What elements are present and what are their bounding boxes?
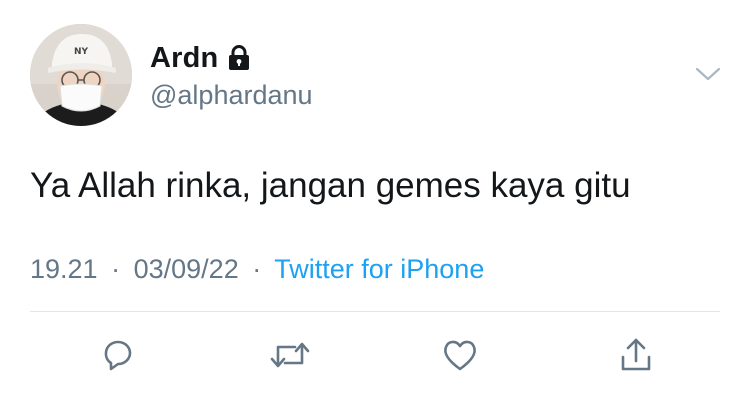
retweet-icon xyxy=(270,342,310,368)
tweet-source-link[interactable]: Twitter for iPhone xyxy=(274,254,484,284)
like-button[interactable] xyxy=(437,332,483,378)
tweet-card: NY Ardn @alphardanu Ya Allah rinka, jang… xyxy=(0,0,750,401)
share-button[interactable] xyxy=(613,332,659,378)
tweet-meta: 19.21 · 03/09/22 · Twitter for iPhone xyxy=(30,254,484,285)
name-row[interactable]: Ardn xyxy=(150,40,251,76)
tweet-text: Ya Allah rinka, jangan gemes kaya gitu xyxy=(30,166,631,205)
meta-separator: · xyxy=(111,254,121,284)
share-icon xyxy=(621,338,651,371)
tweet-time: 19.21 xyxy=(30,254,98,284)
divider xyxy=(30,311,720,312)
reply-button[interactable] xyxy=(95,332,141,378)
user-handle[interactable]: @alphardanu xyxy=(150,80,313,111)
action-bar xyxy=(0,332,750,380)
retweet-button[interactable] xyxy=(267,332,313,378)
lock-icon xyxy=(227,45,251,71)
avatar-cap-text: NY xyxy=(74,47,89,57)
chevron-down-icon[interactable] xyxy=(694,64,722,84)
reply-icon xyxy=(104,340,132,371)
display-name[interactable]: Ardn xyxy=(150,42,218,75)
avatar-image: NY xyxy=(30,24,132,126)
avatar[interactable]: NY xyxy=(30,24,132,126)
meta-separator: · xyxy=(252,254,262,284)
tweet-date: 03/09/22 xyxy=(133,254,239,284)
like-icon xyxy=(444,340,476,371)
